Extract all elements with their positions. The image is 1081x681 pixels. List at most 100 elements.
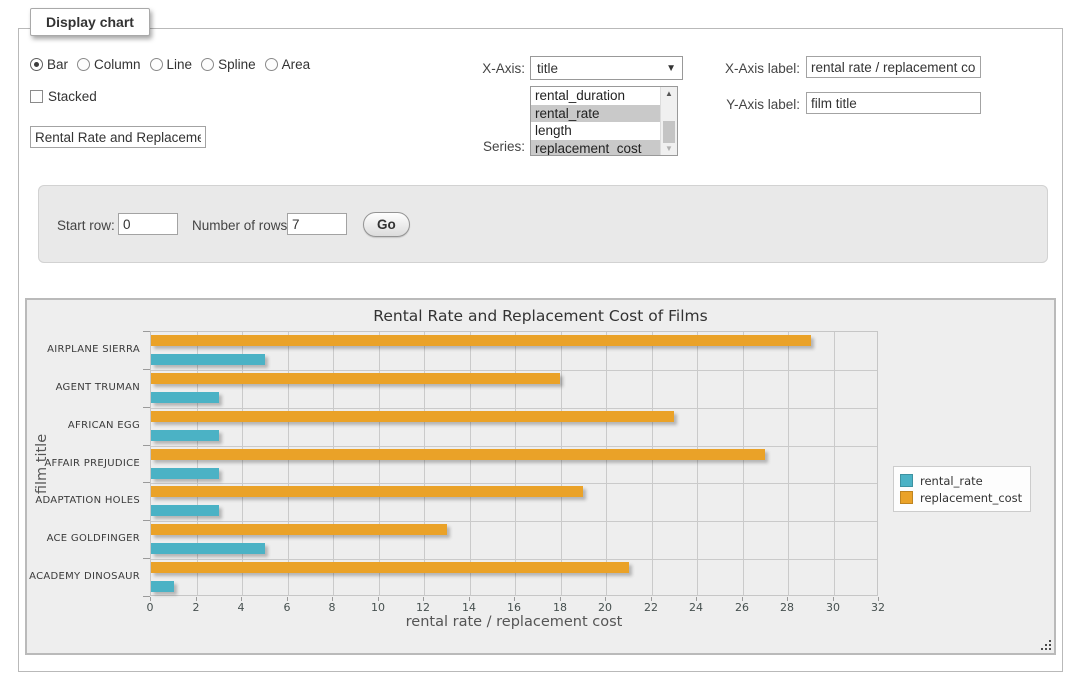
bar-replacement_cost-affair-prejudice (151, 449, 765, 460)
x-axis-tick (332, 597, 333, 601)
bar-replacement_cost-african-egg (151, 411, 674, 422)
x-tick-label-10: 10 (358, 601, 398, 614)
gridline-x-2 (197, 332, 198, 595)
chart-type-radio-bar[interactable]: Bar (30, 57, 68, 72)
resize-grip-icon[interactable] (1040, 639, 1052, 651)
x-axis-tick (241, 597, 242, 601)
listbox-scrollbar[interactable]: ▲ ▼ (660, 87, 677, 155)
gridline-x-26 (743, 332, 744, 595)
bar-rental_rate-adaptation-holes (151, 505, 219, 516)
go-button[interactable]: Go (363, 212, 410, 237)
x-axis-label-input[interactable] (806, 56, 981, 78)
gridline-x-18 (561, 332, 562, 595)
legend-item-replacement_cost: replacement_cost (900, 489, 1022, 506)
x-tick-label-14: 14 (449, 601, 489, 614)
y-axis-tick (143, 596, 150, 597)
x-tick-label-8: 8 (312, 601, 352, 614)
x-axis-tick (287, 597, 288, 601)
legend-label: replacement_cost (920, 491, 1022, 505)
number-of-rows-label: Number of rows: (192, 218, 291, 233)
gridline-x-8 (333, 332, 334, 595)
y-axis-tick (143, 331, 150, 332)
x-axis-select-label: X-Axis: (445, 61, 525, 76)
gridline-x-16 (515, 332, 516, 595)
number-of-rows-input[interactable] (287, 213, 347, 235)
x-axis-tick (833, 597, 834, 601)
chart-type-radio-spline[interactable]: Spline (201, 57, 256, 72)
y-axis-label-label: Y-Axis label: (710, 97, 800, 112)
radio-icon (265, 58, 278, 71)
scroll-down-icon[interactable]: ▼ (661, 142, 677, 155)
x-axis-tick (378, 597, 379, 601)
series-option-replacement_cost[interactable]: replacement_cost (531, 140, 660, 157)
x-axis-tick (196, 597, 197, 601)
x-tick-label-4: 4 (221, 601, 261, 614)
scroll-up-icon[interactable]: ▲ (661, 87, 677, 100)
scrollbar-thumb[interactable] (663, 121, 675, 143)
x-tick-label-26: 26 (722, 601, 762, 614)
x-tick-label-6: 6 (267, 601, 307, 614)
category-label: ADAPTATION HOLES (27, 495, 140, 506)
bar-rental_rate-ace-goldfinger (151, 543, 265, 554)
bar-replacement_cost-ace-goldfinger (151, 524, 447, 535)
x-axis-select[interactable]: title ▼ (530, 56, 683, 80)
y-axis-tick (143, 520, 150, 521)
x-tick-label-30: 30 (813, 601, 853, 614)
chart-type-radio-area[interactable]: Area (265, 57, 311, 72)
bar-replacement_cost-adaptation-holes (151, 486, 583, 497)
x-axis-tick (651, 597, 652, 601)
radio-label: Area (282, 57, 311, 72)
chart-type-radio-line[interactable]: Line (150, 57, 193, 72)
gridline-x-4 (242, 332, 243, 595)
gridline-category-boundary (151, 446, 877, 447)
x-axis-tick (150, 597, 151, 601)
x-tick-label-20: 20 (585, 601, 625, 614)
series-select-label: Series: (445, 139, 525, 154)
bar-rental_rate-african-egg (151, 430, 219, 441)
category-label: AFRICAN EGG (27, 420, 140, 431)
bar-rental_rate-affair-prejudice (151, 468, 219, 479)
category-label: AGENT TRUMAN (27, 382, 140, 393)
x-axis-tick (469, 597, 470, 601)
x-tick-label-2: 2 (176, 601, 216, 614)
series-listbox[interactable]: rental_durationrental_ratelengthreplacem… (530, 86, 678, 156)
x-axis-selected-value: title (537, 61, 558, 76)
y-axis-label-input[interactable] (806, 92, 981, 114)
x-axis-tick (878, 597, 879, 601)
app-screen: Display chart BarColumnLineSplineArea St… (0, 0, 1081, 681)
x-axis-tick (514, 597, 515, 601)
chart-title-input[interactable] (30, 126, 206, 148)
x-tick-label-0: 0 (130, 601, 170, 614)
stacked-label: Stacked (48, 89, 97, 104)
y-axis-tick (143, 369, 150, 370)
start-row-label: Start row: (57, 218, 115, 233)
gridline-x-22 (652, 332, 653, 595)
chart-title: Rental Rate and Replacement Cost of Film… (27, 307, 1054, 325)
series-option-length[interactable]: length (531, 122, 660, 140)
category-label: AFFAIR PREJUDICE (27, 458, 140, 469)
chart-x-axis-title: rental rate / replacement cost (150, 614, 878, 630)
start-row-input[interactable] (118, 213, 178, 235)
gridline-category-boundary (151, 521, 877, 522)
chart-type-radio-column[interactable]: Column (77, 57, 141, 72)
gridline-x-20 (606, 332, 607, 595)
gridline-category-boundary (151, 559, 877, 560)
series-option-rental_duration[interactable]: rental_duration (531, 87, 660, 105)
x-tick-label-32: 32 (858, 601, 898, 614)
legend-item-rental_rate: rental_rate (900, 472, 1022, 489)
radio-label: Line (167, 57, 193, 72)
x-tick-label-22: 22 (631, 601, 671, 614)
radio-label: Column (94, 57, 141, 72)
x-axis-tick (742, 597, 743, 601)
chart-container: Rental Rate and Replacement Cost of Film… (25, 298, 1056, 655)
x-axis-tick (560, 597, 561, 601)
legend-label: rental_rate (920, 474, 983, 488)
series-option-rental_rate[interactable]: rental_rate (531, 105, 660, 123)
y-axis-tick (143, 407, 150, 408)
x-axis-tick (605, 597, 606, 601)
chart-type-radio-group: Bar Column Line Spline Area (30, 57, 310, 72)
bar-rental_rate-agent-truman (151, 392, 219, 403)
x-axis-label-label: X-Axis label: (710, 61, 800, 76)
bar-replacement_cost-agent-truman (151, 373, 560, 384)
stacked-checkbox[interactable] (30, 90, 43, 103)
